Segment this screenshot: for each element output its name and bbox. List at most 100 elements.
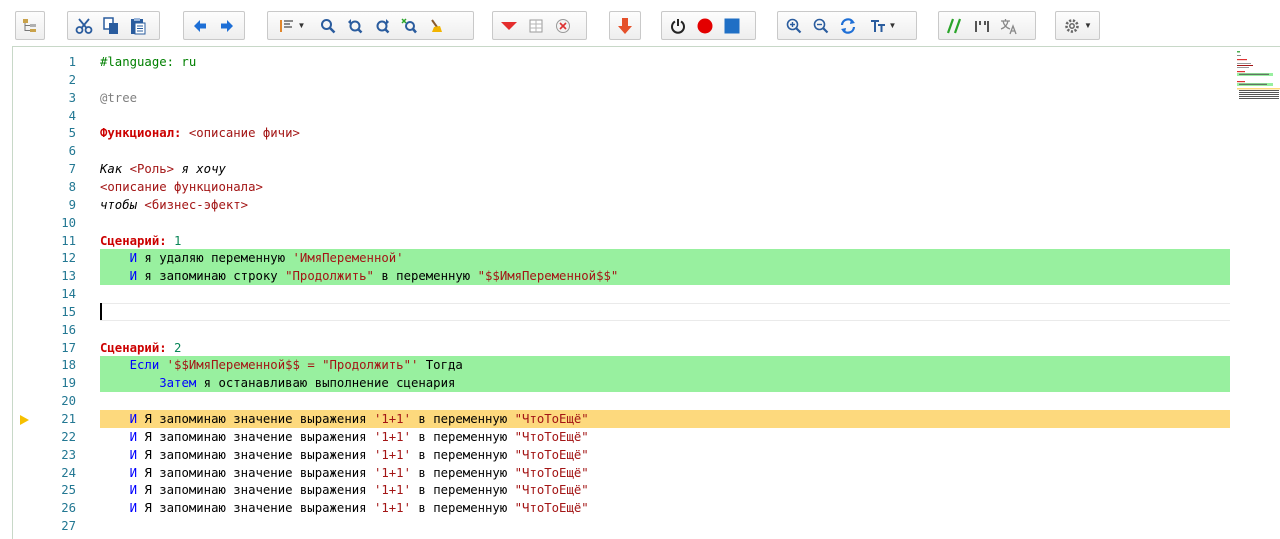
quotes-button[interactable] [968,13,995,38]
code-token: 'ИмяПеременной' [292,251,404,266]
line-number: 18 [61,358,76,373]
code-token: я хочу [174,162,226,177]
code-token: И [129,251,138,266]
code-line[interactable]: 10 [13,214,1230,232]
code-line[interactable]: 7 Как <Роль> я хочу [13,160,1230,178]
code-line[interactable]: 15 [13,302,1230,321]
code-line[interactable]: 16 [13,321,1230,339]
code-token: Я запоминаю значение выражения [137,429,374,444]
find-prev-button[interactable] [341,13,368,38]
search-button[interactable] [314,13,341,38]
code-line[interactable]: 3 @tree [13,89,1230,107]
toolbar-group-execution [661,11,756,40]
stop-button[interactable] [718,13,745,38]
search-icon [320,18,335,33]
code-line[interactable]: 27 [13,517,1230,535]
code-line[interactable]: 12 И я удаляю переменную 'ИмяПеременной' [13,249,1230,268]
line-number: 14 [61,287,76,302]
code-token: <бизнес-эфект> [144,197,249,212]
step-down-button[interactable] [612,13,638,38]
zoom-out-button[interactable] [807,13,834,38]
record-button[interactable] [691,13,718,38]
line-number: 21 [61,412,76,426]
code-token: Функционал: [100,126,182,141]
comment-button[interactable] [941,13,968,38]
code-line[interactable]: 23 И Я запоминаю значение выражения '1+1… [13,446,1230,464]
code-text: чтобы <бизнес-эфект> [100,196,248,214]
code-line[interactable]: 4 [13,107,1230,125]
paste-button[interactable] [124,13,151,38]
line-number: 16 [61,322,76,337]
code-token: @tree [100,90,138,105]
code-line[interactable]: 22 И Я запоминаю значение выражения '1+1… [13,428,1230,446]
line-number: 20 [61,394,76,409]
code-token: в переменную [410,465,515,480]
code-line[interactable]: 1 #language: ru [13,53,1230,71]
code-line[interactable]: 25 И Я запоминаю значение выражения '1+1… [13,481,1230,499]
clean-button[interactable] [422,13,449,38]
code-line[interactable]: 21 И Я запоминаю значение выражения '1+1… [13,410,1230,428]
cut-icon [75,17,92,34]
forward-button[interactable] [213,13,240,38]
code-line[interactable]: 20 [13,392,1230,410]
back-button[interactable] [186,13,213,38]
clear-icon [555,18,570,33]
code-line[interactable]: 26 И Я запоминаю значение выражения '1+1… [13,499,1230,517]
replace-button[interactable] [395,13,422,38]
code-token: чтобы [100,197,145,212]
chevron-down-icon: ▼ [888,21,897,30]
code-line[interactable]: 19 Затем я останавливаю выполнение сцена… [13,374,1230,393]
font-size-dropdown-button[interactable]: ▼ [861,13,905,38]
line-number: 27 [61,519,76,534]
line-number: 2 [68,72,76,87]
table-button[interactable] [522,13,549,38]
code-line[interactable]: 11 Сценарий: 1 [13,232,1230,250]
code-line[interactable]: 17 Сценарий: 2 [13,339,1230,357]
minimap[interactable] [1237,51,1280,111]
cut-button[interactable] [70,13,97,38]
line-number: 8 [68,179,76,194]
code-token: И [129,269,138,284]
comment-icon [946,18,961,33]
replace-icon [400,17,417,33]
code-line[interactable]: 9 чтобы <бизнес-эфект> [13,196,1230,214]
translate-button[interactable] [995,13,1022,38]
code-token: в переменную [373,269,478,284]
code-line[interactable]: 8 <описание функционала> [13,178,1230,196]
paste-icon [130,17,145,34]
zoom-in-button[interactable] [780,13,807,38]
clear-button[interactable] [549,13,576,38]
bookmark-dropdown-button[interactable]: ▼ [270,13,314,38]
code-line[interactable]: 13 И я запоминаю строку "Продолжить" в п… [13,267,1230,286]
code-line[interactable]: 5 Функционал: <описание фичи> [13,124,1230,142]
power-button[interactable] [664,13,691,38]
line-number: 25 [61,483,76,498]
code-token: <описание функционала> [100,179,263,194]
code-line[interactable]: 24 И Я запоминаю значение выражения '1+1… [13,464,1230,482]
code-token: Я запоминаю значение выражения [137,483,374,498]
refresh-button[interactable] [834,13,861,38]
code-line[interactable]: 14 [13,285,1230,303]
copy-button[interactable] [97,13,124,38]
find-next-button[interactable] [368,13,395,38]
toolbar-group-navigation [183,11,245,40]
code-token: '1+1' [373,447,411,462]
line-number: 24 [61,465,76,480]
code-line[interactable]: 18 Если '$$ИмяПеременной$$ = "Продолжить… [13,356,1230,375]
tree-view-button[interactable] [18,13,42,38]
line-number: 13 [61,269,76,284]
code-line[interactable]: 6 [13,142,1230,160]
record-icon [697,18,712,33]
code-token: "ЧтоТоЕщё" [514,429,589,444]
collapse-button[interactable] [495,13,522,38]
code-token: И [129,465,138,480]
code-editor[interactable]: 1 #language: ru 2 3 @tree 4 5 Функционал: <опис… [12,46,1280,539]
code-line[interactable]: 2 [13,71,1230,89]
toolbar-group-zoom: ▼ [777,11,917,40]
settings-dropdown-button[interactable]: ▼ [1058,13,1097,38]
line-number: 9 [68,197,76,212]
